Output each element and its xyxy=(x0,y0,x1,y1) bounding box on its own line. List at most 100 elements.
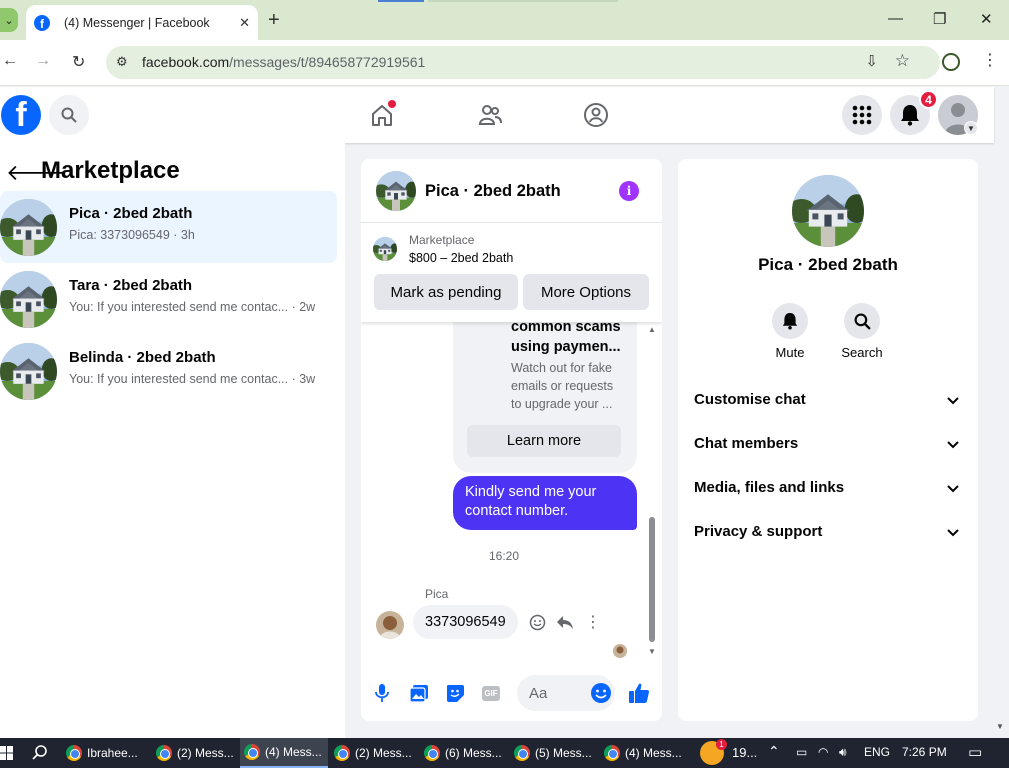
listing-price[interactable]: $800 – 2bed 2bath xyxy=(409,251,513,265)
page-scroll-down-arrow-icon[interactable]: ▼ xyxy=(996,722,1004,731)
url-text[interactable]: facebook.com/messages/t/894658772919561 xyxy=(142,54,425,70)
facebook-logo-icon[interactable]: f xyxy=(1,95,41,135)
taskbar-item-label: Ibrahee... xyxy=(87,746,138,760)
tab-search-chevron-icon[interactable]: ⌄ xyxy=(0,8,18,32)
browser-menu-icon[interactable]: ⋮ xyxy=(982,50,998,70)
taskbar-chrome-window[interactable]: Ibrahee... xyxy=(62,738,150,768)
windows-start-icon[interactable] xyxy=(0,746,13,760)
reply-arrow-icon[interactable] xyxy=(555,612,575,632)
clock-time[interactable]: 7:26 PM xyxy=(902,745,947,759)
section-label: Customise chat xyxy=(694,391,806,408)
new-tab-button[interactable]: + xyxy=(268,9,280,32)
taskbar-chrome-window[interactable]: (5) Mess... xyxy=(510,738,596,768)
taskbar-chrome-window[interactable]: (4) Mess... xyxy=(600,738,686,768)
conversation-item[interactable]: Belinda · 2bed 2bath You: If you interes… xyxy=(0,335,337,407)
microphone-icon[interactable] xyxy=(371,682,393,704)
back-arrow-icon[interactable]: ← xyxy=(2,52,18,70)
more-options-button[interactable]: More Options xyxy=(523,274,649,310)
scroll-up-arrow-icon[interactable]: ▲ xyxy=(648,325,656,334)
bell-icon xyxy=(901,105,919,126)
menu-grid-button[interactable] xyxy=(842,95,882,135)
home-nav-button[interactable] xyxy=(366,99,398,131)
chat-scrollbar[interactable]: ▲ ▼ xyxy=(647,322,657,662)
seen-indicator-avatar xyxy=(613,644,627,658)
notifications-button[interactable]: 4 xyxy=(890,90,938,135)
install-app-icon[interactable]: ⇩ xyxy=(865,52,878,70)
sticker-icon[interactable] xyxy=(444,682,466,704)
chrome-icon xyxy=(156,745,172,761)
facebook-search-button[interactable] xyxy=(49,95,89,135)
taskbar-chrome-window[interactable]: (2) Mess... xyxy=(330,738,416,768)
language-indicator[interactable]: ENG xyxy=(864,745,890,759)
message-input[interactable]: Aa xyxy=(517,675,615,711)
tab-close-icon[interactable]: ✕ xyxy=(239,15,250,31)
browser-profile-icon[interactable] xyxy=(942,53,960,71)
bookmark-star-icon[interactable]: ☆ xyxy=(895,51,910,71)
chat-members-section[interactable]: Chat members xyxy=(694,435,962,465)
chat-title[interactable]: Pica · 2bed 2bath xyxy=(425,182,561,201)
friends-nav-button[interactable] xyxy=(474,99,506,131)
close-window-button[interactable]: ✕ xyxy=(980,10,993,28)
scam-title: common scams using paymen... xyxy=(511,319,621,355)
privacy-support-section[interactable]: Privacy & support xyxy=(694,523,962,553)
details-avatar[interactable] xyxy=(792,175,864,247)
mute-button[interactable]: Mute xyxy=(760,303,820,360)
site-settings-icon[interactable]: ⚙ xyxy=(116,54,128,70)
taskbar-chrome-window[interactable]: (6) Mess... xyxy=(420,738,506,768)
volume-icon[interactable]: 🔊︎ xyxy=(839,745,847,760)
incoming-message[interactable]: 3373096549 xyxy=(413,605,518,639)
taskbar-chrome-window[interactable]: (2) Mess... xyxy=(152,738,238,768)
media-files-links-section[interactable]: Media, files and links xyxy=(694,479,962,509)
taskbar-item-label: (4) Mess... xyxy=(625,746,682,760)
taskbar-item-label: (2) Mess... xyxy=(355,746,412,760)
house-thumbnail xyxy=(0,271,57,328)
url-path: /messages/t/894658772919561 xyxy=(229,54,426,70)
taskbar-item-label: (5) Mess... xyxy=(535,746,592,760)
learn-more-button[interactable]: Learn more xyxy=(467,425,621,457)
restore-button[interactable]: ❐ xyxy=(933,10,946,28)
info-icon[interactable]: i xyxy=(619,181,639,201)
emoji-icon[interactable] xyxy=(590,682,612,704)
scroll-down-arrow-icon[interactable]: ▼ xyxy=(648,647,656,656)
customise-chat-section[interactable]: Customise chat xyxy=(694,391,962,421)
taskbar-item-label: (4) Mess... xyxy=(265,745,322,759)
browser-tab-bar: ⌄ f (4) Messenger | Facebook ✕ + — ❐ ✕ xyxy=(0,0,1009,40)
section-label: Chat members xyxy=(694,435,799,452)
conversation-item[interactable]: Pica · 2bed 2bath Pica: 3373096549 · 3h xyxy=(0,191,337,263)
gif-icon[interactable]: GIF xyxy=(480,682,502,704)
scrollbar-thumb[interactable] xyxy=(649,517,655,642)
search-in-chat-button[interactable]: Search xyxy=(832,303,892,360)
thumbs-up-icon[interactable] xyxy=(628,682,650,704)
taskbar-search-icon[interactable] xyxy=(32,744,48,760)
chat-avatar[interactable] xyxy=(376,171,416,211)
weather-widget[interactable]: 1 xyxy=(700,739,727,765)
outgoing-message[interactable]: Kindly send me your contact number. xyxy=(453,476,637,530)
sender-avatar[interactable] xyxy=(376,611,404,639)
facebook-header: f 4 ▼ xyxy=(0,87,994,143)
mark-as-pending-button[interactable]: Mark as pending xyxy=(374,274,518,310)
wifi-icon[interactable]: ◠ xyxy=(818,745,828,759)
tray-overflow-chevron-up-icon[interactable]: ⌃ xyxy=(768,743,780,760)
notification-center-icon[interactable]: ▭ xyxy=(968,743,982,761)
groups-nav-button[interactable] xyxy=(580,99,612,131)
reload-icon[interactable]: ↻ xyxy=(72,52,85,72)
house-thumbnail xyxy=(0,199,57,256)
weather-text[interactable]: 19... xyxy=(732,745,757,760)
battery-icon[interactable]: ▭ xyxy=(796,745,807,759)
forward-arrow-icon[interactable]: → xyxy=(35,52,51,70)
photo-icon[interactable] xyxy=(408,682,430,704)
conversation-preview: Pica: 3373096549 · 3h xyxy=(69,228,195,242)
more-actions-icon[interactable]: ⋮ xyxy=(583,612,603,632)
url-omnibox[interactable]: ⚙ facebook.com/messages/t/89465877291956… xyxy=(106,46,940,79)
message-input-placeholder: Aa xyxy=(529,685,548,702)
account-chevron-down-icon[interactable]: ▼ xyxy=(964,121,978,135)
taskbar-chrome-window-active[interactable]: (4) Mess... xyxy=(240,738,328,768)
url-host: facebook.com xyxy=(142,54,230,70)
listing-thumbnail[interactable] xyxy=(373,237,397,261)
active-browser-tab[interactable]: f (4) Messenger | Facebook ✕ xyxy=(26,5,258,40)
conversation-item[interactable]: Tara · 2bed 2bath You: If you interested… xyxy=(0,263,337,335)
groups-icon xyxy=(584,103,608,127)
chrome-icon xyxy=(514,745,530,761)
minimize-button[interactable]: — xyxy=(888,10,903,27)
react-smiley-icon[interactable] xyxy=(527,612,547,632)
